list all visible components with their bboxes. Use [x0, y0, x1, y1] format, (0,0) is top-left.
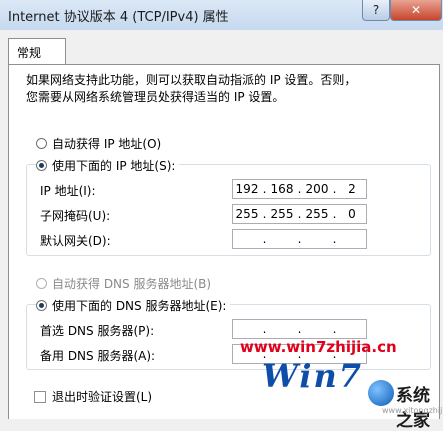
subnet-mask-label: 子网掩码(U):	[40, 209, 111, 223]
ip-octet-4: 2	[348, 182, 356, 196]
tab-general-label: 常规	[17, 45, 42, 60]
octet-separator: .	[297, 182, 302, 196]
watermark-site-text: www.win7zhijia.cn	[240, 338, 397, 356]
preferred-dns-label: 首选 DNS 服务器(P):	[40, 324, 155, 338]
dns-auto-label: 自动获得 DNS 服务器地址(B)	[52, 277, 212, 291]
octet-separator: .	[297, 232, 302, 246]
subnet-mask-input[interactable]: 255 . 255 . 255 . 0	[232, 204, 367, 224]
default-gateway-label: 默认网关(D):	[40, 234, 111, 248]
mask-octet-4: 0	[348, 207, 356, 221]
close-icon: ✕	[410, 3, 422, 17]
dns-manual-radio[interactable]: 使用下面的 DNS 服务器地址(E):	[36, 297, 231, 314]
dns-manual-label: 使用下面的 DNS 服务器地址(E):	[52, 299, 227, 313]
ip-auto-label: 自动获得 IP 地址(O)	[52, 137, 162, 151]
help-icon: ?	[372, 3, 380, 17]
radio-indicator-checked	[36, 300, 47, 311]
watermark-globe-icon	[368, 380, 394, 406]
octet-separator: .	[332, 322, 337, 336]
ip-address-input[interactable]: 192 . 168 . 200 . 2	[232, 179, 367, 199]
default-gateway-input[interactable]: . . .	[232, 229, 367, 249]
radio-indicator	[36, 138, 47, 149]
tab-strip: 常规	[0, 30, 443, 66]
octet-separator: .	[332, 207, 337, 221]
mask-octet-3: 255	[305, 207, 329, 221]
ip-manual-label: 使用下面的 IP 地址(S):	[52, 159, 176, 173]
preferred-dns-input[interactable]: . . .	[232, 319, 367, 339]
close-button[interactable]: ✕	[390, 0, 442, 21]
mask-octet-2: 255	[270, 207, 294, 221]
radio-indicator	[36, 278, 47, 289]
octet-separator: .	[332, 182, 337, 196]
validate-on-exit-label: 退出时验证设置(L)	[52, 390, 153, 404]
ip-octet-2: 168	[270, 182, 294, 196]
ip-address-label: IP 地址(I):	[40, 184, 96, 198]
watermark-url-text: www.xitongzhijia.net	[382, 406, 443, 415]
octet-separator: .	[262, 322, 267, 336]
octet-separator: .	[262, 182, 267, 196]
octet-separator: .	[297, 322, 302, 336]
window-title: Internet 协议版本 4 (TCP/IPv4) 属性	[8, 10, 229, 25]
validate-on-exit-checkbox[interactable]: 退出时验证设置(L)	[34, 388, 152, 405]
octet-separator: .	[332, 232, 337, 246]
alternate-dns-label: 备用 DNS 服务器(A):	[40, 349, 156, 363]
octet-separator: .	[262, 232, 267, 246]
description-text: 如果网络支持此功能，则可以获取自动指派的 IP 设置。否则， 您需要从网络系统管…	[26, 72, 356, 106]
octet-separator: .	[262, 207, 267, 221]
ip-octet-1: 192	[235, 182, 259, 196]
ip-octet-3: 200	[305, 182, 329, 196]
octet-separator: .	[297, 207, 302, 221]
description-line-2: 您需要从网络系统管理员处获得适当的 IP 设置。	[26, 90, 285, 104]
ip-manual-radio[interactable]: 使用下面的 IP 地址(S):	[36, 157, 180, 174]
ip-auto-radio[interactable]: 自动获得 IP 地址(O)	[36, 135, 161, 152]
title-bar: Internet 协议版本 4 (TCP/IPv4) 属性 ? ✕	[0, 0, 443, 30]
radio-indicator-checked	[36, 160, 47, 171]
dns-auto-radio[interactable]: 自动获得 DNS 服务器地址(B)	[36, 275, 211, 292]
mask-octet-1: 255	[235, 207, 259, 221]
checkbox-indicator	[34, 390, 46, 403]
help-button[interactable]: ?	[362, 0, 390, 21]
watermark-logo: Win7	[262, 357, 364, 395]
tab-general[interactable]: 常规	[8, 38, 66, 65]
description-line-1: 如果网络支持此功能，则可以获取自动指派的 IP 设置。否则，	[26, 73, 357, 87]
